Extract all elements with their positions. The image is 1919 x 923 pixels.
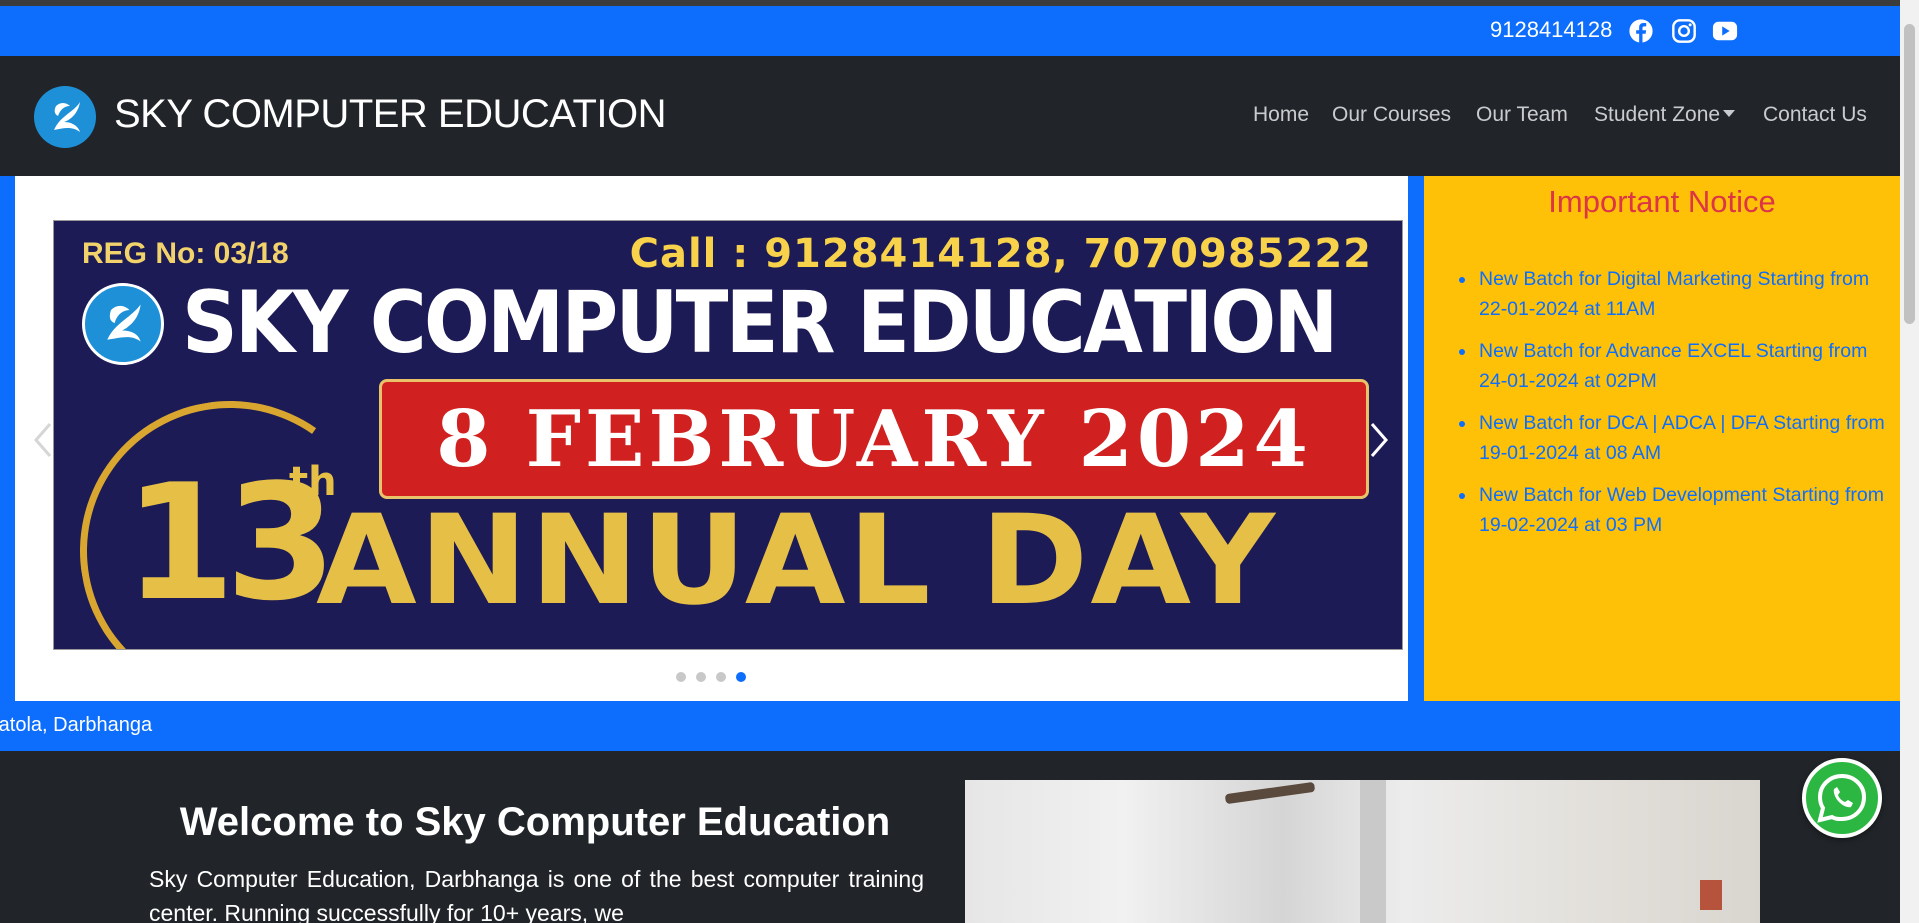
carousel-dot-active[interactable] xyxy=(736,672,746,682)
chevron-down-icon xyxy=(1723,110,1736,117)
nav-contact-us[interactable]: Contact Us xyxy=(1763,103,1867,127)
welcome-text: Sky Computer Education, Darbhanga is one… xyxy=(149,866,924,923)
nav-student-zone-label: Student Zone xyxy=(1594,103,1721,126)
notice-item[interactable]: New Batch for Digital Marketing Starting… xyxy=(1459,264,1894,324)
notice-item[interactable]: New Batch for DCA | ADCA | DFA Starting … xyxy=(1459,408,1894,468)
nav-our-courses[interactable]: Our Courses xyxy=(1332,103,1451,127)
banner-title: SKY COMPUTER EDUCATION xyxy=(182,273,1338,373)
instagram-icon[interactable] xyxy=(1670,18,1698,44)
ceiling-fan xyxy=(1224,781,1316,805)
notice-item[interactable]: New Batch for Web Development Starting f… xyxy=(1459,480,1894,540)
banner-call-numbers: Call : 9128414128, 7070985222 xyxy=(629,231,1372,277)
annual-day-banner: REG No: 03/18 Call : 9128414128, 7070985… xyxy=(53,220,1403,650)
notice-list: New Batch for Digital Marketing Starting… xyxy=(1459,264,1894,552)
page-scrollbar[interactable] xyxy=(1900,0,1919,923)
important-notice-panel: Important Notice New Batch for Digital M… xyxy=(1424,176,1900,701)
whatsapp-icon[interactable] xyxy=(1802,758,1882,838)
address-ticker: ratola, Darbhanga xyxy=(0,701,1900,751)
nav-our-team[interactable]: Our Team xyxy=(1476,103,1568,127)
brand-name[interactable]: SKY COMPUTER EDUCATION xyxy=(114,92,667,137)
notice-title: Important Notice xyxy=(1548,184,1776,219)
carousel-dot[interactable] xyxy=(696,672,706,682)
banner-date-box: 8 FEBRUARY 2024 xyxy=(379,379,1369,499)
carousel-prev-icon[interactable] xyxy=(32,420,54,460)
main-navbar: SKY COMPUTER EDUCATION Home Our Courses … xyxy=(0,56,1900,176)
carousel-dot[interactable] xyxy=(716,672,726,682)
top-phone-number[interactable]: 9128414128 xyxy=(1490,17,1612,43)
ticker-text: ratola, Darbhanga xyxy=(0,714,153,736)
youtube-icon[interactable] xyxy=(1711,18,1739,44)
carousel-next-icon[interactable] xyxy=(1368,420,1390,460)
welcome-title: Welcome to Sky Computer Education xyxy=(179,800,891,844)
banner-event-name: ANNUAL DAY xyxy=(316,489,1278,633)
scrollbar-thumb[interactable] xyxy=(1904,24,1915,324)
notice-item[interactable]: New Batch for Advance EXCEL Starting fro… xyxy=(1459,336,1894,396)
carousel-dot[interactable] xyxy=(676,672,686,682)
facebook-icon[interactable] xyxy=(1627,18,1655,44)
banner-logo-icon xyxy=(82,283,164,365)
banner-reg-number: REG No: 03/18 xyxy=(82,237,289,270)
wall-frame xyxy=(1700,880,1722,910)
nav-home[interactable]: Home xyxy=(1253,103,1309,127)
top-contact-bar: 9128414128 xyxy=(0,6,1900,56)
nav-student-zone[interactable]: Student Zone xyxy=(1594,103,1736,127)
brand-logo-icon[interactable] xyxy=(34,86,96,148)
photo-pillar xyxy=(1360,780,1386,923)
banner-date: 8 FEBRUARY 2024 xyxy=(436,394,1312,485)
classroom-photo xyxy=(965,780,1760,923)
